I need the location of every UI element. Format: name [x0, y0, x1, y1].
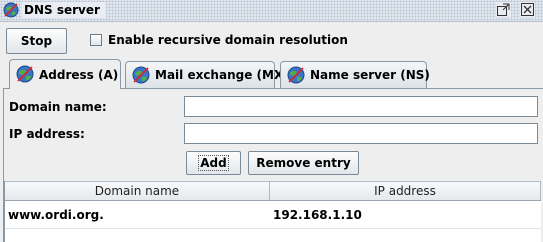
maximize-button[interactable] [496, 2, 511, 17]
add-button-label: Add [198, 155, 229, 171]
globe-icon [3, 2, 19, 18]
dns-server-window: DNS server Stop Enable recursive domain … [0, 0, 543, 242]
tab-label: Name server (NS) [310, 68, 430, 82]
column-header-domain-name[interactable]: Domain name [5, 182, 270, 200]
tab-label: Mail exchange (MX) [155, 68, 289, 82]
recursive-resolution-label[interactable]: Enable recursive domain resolution [108, 33, 348, 47]
recursive-resolution-checkbox[interactable] [90, 34, 102, 46]
tab-label: Address (A) [39, 68, 119, 82]
close-button[interactable] [520, 2, 535, 17]
globe-icon [287, 66, 305, 84]
ip-address-input[interactable] [184, 123, 538, 144]
ip-address-label: IP address: [9, 127, 85, 141]
globe-icon [16, 65, 34, 83]
records-table: Domain name IP address www.ordi.org. 192… [4, 181, 541, 242]
globe-icon [132, 66, 150, 84]
window-title: DNS server [22, 2, 106, 18]
tab-mail-exchange-mx[interactable]: Mail exchange (MX) [125, 61, 289, 88]
remove-entry-button[interactable]: Remove entry [248, 151, 359, 175]
add-button[interactable]: Add [186, 151, 241, 175]
table-row[interactable]: www.ordi.org. 192.168.1.10 [5, 201, 541, 229]
close-icon [521, 3, 534, 16]
tab-name-server-ns[interactable]: Name server (NS) [280, 61, 430, 88]
column-header-ip-address[interactable]: IP address [270, 182, 541, 200]
title-bar[interactable]: DNS server [0, 0, 543, 22]
table-header: Domain name IP address [5, 181, 541, 201]
tab-address-a[interactable]: Address (A) [9, 59, 121, 89]
stop-button[interactable]: Stop [6, 28, 67, 54]
domain-name-input[interactable] [184, 96, 538, 117]
maximize-icon [497, 3, 510, 16]
cell-domain-name: www.ordi.org. [8, 208, 104, 222]
domain-name-label: Domain name: [9, 100, 107, 114]
cell-ip-address: 192.168.1.10 [273, 208, 362, 222]
